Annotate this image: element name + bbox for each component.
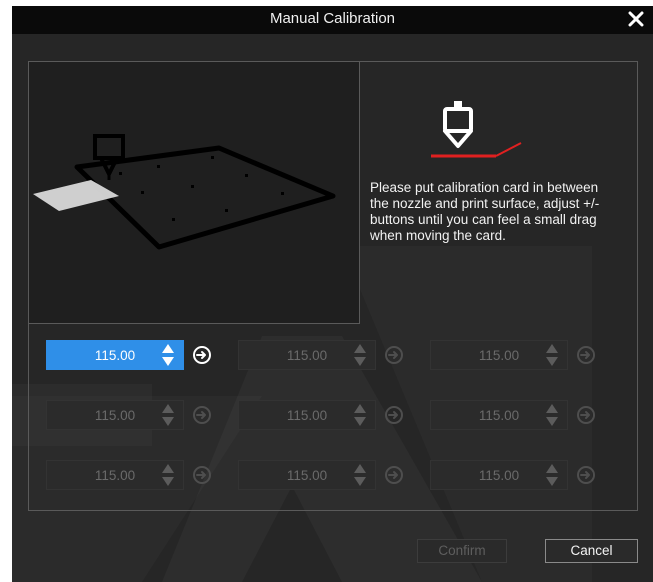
calibration-point-5: 115.00 bbox=[238, 400, 418, 432]
circle-arrow-right-icon[interactable] bbox=[192, 405, 212, 425]
up-down-arrows-icon[interactable] bbox=[353, 403, 367, 427]
confirm-button[interactable]: Confirm bbox=[417, 539, 507, 563]
calibration-point-1: 115.00 bbox=[46, 340, 226, 372]
up-down-arrows-icon[interactable] bbox=[161, 463, 175, 487]
up-down-arrows-icon[interactable] bbox=[353, 343, 367, 367]
nozzle-icon bbox=[93, 134, 125, 180]
up-down-arrows-icon[interactable] bbox=[161, 343, 175, 367]
cancel-button[interactable]: Cancel bbox=[545, 539, 638, 563]
calibration-point-7: 115.00 bbox=[46, 460, 226, 492]
print-bed-diagram bbox=[33, 134, 336, 250]
calibration-dialog: Manual Calibration Please put calibratio… bbox=[12, 6, 653, 582]
circle-arrow-right-icon[interactable] bbox=[384, 405, 404, 425]
title-bar: Manual Calibration bbox=[12, 6, 653, 34]
circle-arrow-right-icon[interactable] bbox=[384, 345, 404, 365]
calibration-point-4: 115.00 bbox=[46, 400, 226, 432]
circle-arrow-right-icon[interactable] bbox=[384, 465, 404, 485]
circle-arrow-right-icon[interactable] bbox=[576, 345, 596, 365]
up-down-arrows-icon[interactable] bbox=[545, 463, 559, 487]
calibration-illustration bbox=[28, 61, 360, 324]
calibration-point-3: 115.00 bbox=[430, 340, 610, 372]
up-down-arrows-icon[interactable] bbox=[161, 403, 175, 427]
calibration-point-6: 115.00 bbox=[430, 400, 610, 432]
calibration-point-9: 115.00 bbox=[430, 460, 610, 492]
circle-arrow-right-icon[interactable] bbox=[576, 405, 596, 425]
circle-arrow-right-icon[interactable] bbox=[192, 345, 212, 365]
instruction-text: Please put calibration card in between t… bbox=[370, 180, 600, 243]
up-down-arrows-icon[interactable] bbox=[353, 463, 367, 487]
dialog-title: Manual Calibration bbox=[269, 10, 396, 27]
circle-arrow-right-icon[interactable] bbox=[192, 465, 212, 485]
up-down-arrows-icon[interactable] bbox=[545, 343, 559, 367]
calibration-point-2: 115.00 bbox=[238, 340, 418, 372]
circle-arrow-right-icon[interactable] bbox=[576, 465, 596, 485]
close-icon[interactable] bbox=[625, 8, 647, 30]
up-down-arrows-icon[interactable] bbox=[545, 403, 559, 427]
nozzle-card-icon bbox=[431, 101, 522, 158]
calibration-point-8: 115.00 bbox=[238, 460, 418, 492]
